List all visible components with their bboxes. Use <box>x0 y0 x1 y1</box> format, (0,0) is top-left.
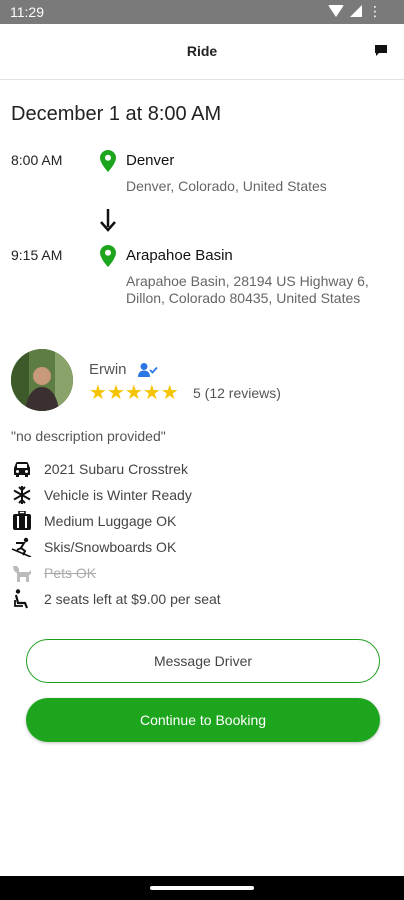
skier-icon <box>11 537 32 557</box>
app-bar: Ride <box>0 24 404 80</box>
status-bar: 11:29 ⋮ <box>0 0 404 24</box>
snowflake-icon <box>13 486 31 504</box>
feature-pets: Pets OK <box>11 563 391 583</box>
driver-description: "no description provided" <box>11 428 166 444</box>
luggage-icon <box>13 511 31 530</box>
signal-icon <box>350 5 362 17</box>
page-title: Ride <box>186 43 218 59</box>
system-nav-bar <box>0 876 404 900</box>
driver-avatar[interactable] <box>11 349 73 411</box>
feature-label: Medium Luggage OK <box>44 513 177 529</box>
star-icon: ★ <box>142 382 161 404</box>
feature-label: Pets OK <box>44 565 97 581</box>
feature-luggage: Medium Luggage OK <box>11 511 391 531</box>
seat-icon <box>14 589 29 609</box>
feature-label: 2 seats left at $9.00 per seat <box>44 591 221 607</box>
feature-vehicle: 2021 Subaru Crosstrek <box>11 459 391 479</box>
status-icons: ⋮ <box>328 3 382 19</box>
destination-time: 9:15 AM <box>11 247 63 263</box>
home-handle[interactable] <box>150 886 254 890</box>
star-icon: ★ <box>106 382 125 404</box>
origin-address: Denver, Colorado, United States <box>126 178 327 194</box>
feature-winter: Vehicle is Winter Ready <box>11 485 391 505</box>
feature-label: 2021 Subaru Crosstrek <box>44 461 188 477</box>
star-icon: ★ <box>160 382 179 404</box>
rating-text: 5 (12 reviews) <box>193 385 281 401</box>
driver-name: Erwin <box>89 361 127 378</box>
ride-date: December 1 at 8:00 AM <box>11 103 222 125</box>
avatar-photo <box>11 349 73 411</box>
origin-name: Denver <box>126 152 175 169</box>
dog-icon <box>13 566 31 582</box>
more-vert-icon: ⋮ <box>368 3 382 19</box>
rating-stars: ★ ★ ★ ★ ★ <box>89 383 179 403</box>
location-pin-icon <box>100 150 116 172</box>
destination-name: Arapahoe Basin <box>126 247 233 264</box>
feature-seats: 2 seats left at $9.00 per seat <box>11 589 391 609</box>
feature-label: Skis/Snowboards OK <box>44 539 177 555</box>
destination-address: Arapahoe Basin, 28194 US Highway 6, Dill… <box>126 273 369 306</box>
feature-label: Vehicle is Winter Ready <box>44 487 192 503</box>
chat-icon[interactable] <box>374 44 388 57</box>
wifi-icon <box>328 5 344 17</box>
location-pin-icon <box>100 245 116 267</box>
star-icon: ★ <box>89 382 107 404</box>
origin-time: 8:00 AM <box>11 152 63 168</box>
continue-to-booking-button[interactable]: Continue to Booking <box>26 698 380 742</box>
arrow-down-icon <box>100 209 116 232</box>
feature-skis: Skis/Snowboards OK <box>11 537 391 557</box>
message-driver-button[interactable]: Message Driver <box>26 639 380 683</box>
star-icon: ★ <box>124 382 143 404</box>
car-icon <box>14 462 30 477</box>
status-time: 11:29 <box>10 4 44 20</box>
verified-user-icon <box>138 363 158 377</box>
